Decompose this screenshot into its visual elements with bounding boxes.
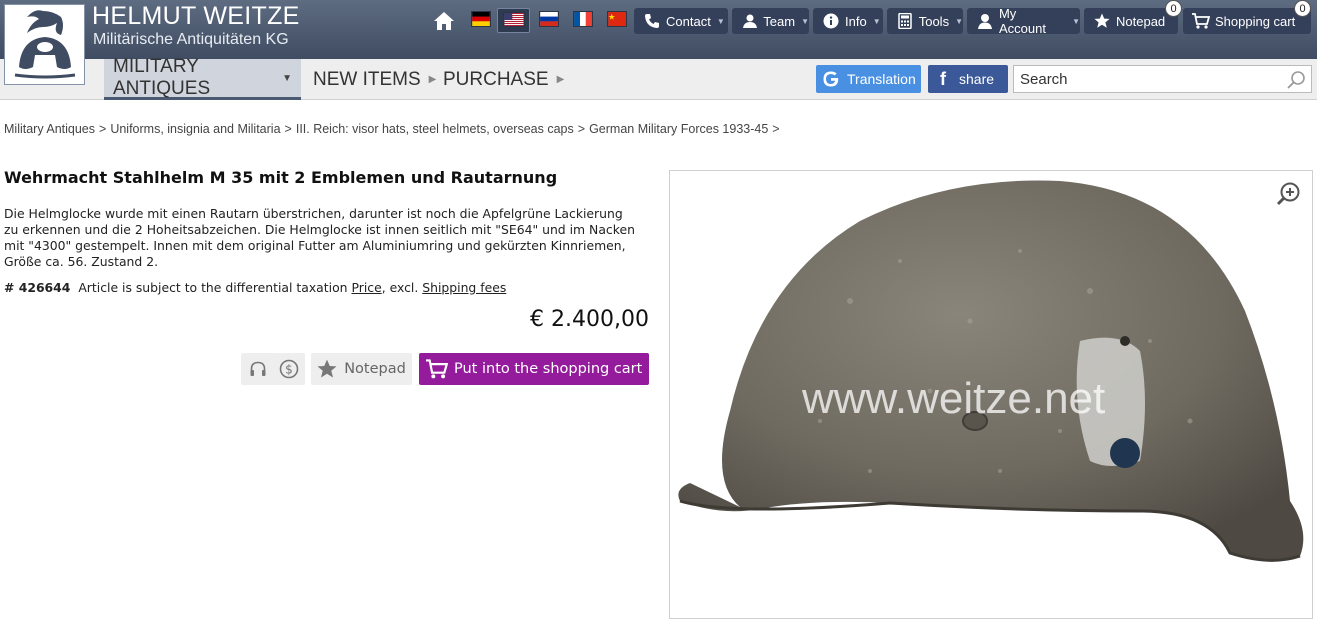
main-menu-bar: MILITARY ANTIQUES ▼ NEW ITEMS ▶ PURCHASE… xyxy=(0,56,1317,100)
google-g-icon xyxy=(823,71,839,87)
calculator-icon xyxy=(896,12,914,30)
menu-new-items[interactable]: NEW ITEMS ▶ xyxy=(313,59,436,100)
chevron-down-icon: ▼ xyxy=(282,72,292,84)
notepad-button[interactable]: Notepad 0 xyxy=(1084,0,1182,34)
german-flag[interactable] xyxy=(471,11,491,27)
menu-new-items-label: NEW ITEMS xyxy=(313,68,421,90)
my-account-button[interactable]: My Account ▼ xyxy=(967,6,1080,36)
team-icon xyxy=(741,12,758,30)
translation-label: Translation xyxy=(847,71,916,87)
add-to-cart-button[interactable]: Put into the shopping cart xyxy=(419,353,649,385)
product-image-frame[interactable]: www.weitze.net xyxy=(669,170,1313,619)
team-label: Team xyxy=(763,13,796,29)
watermark: www.weitze.net xyxy=(801,374,1105,423)
tax-note: Article is subject to the differential t… xyxy=(78,280,348,295)
brand-subtitle: Militärische Antiquitäten KG xyxy=(93,31,289,48)
dollar-icon: $ xyxy=(279,359,299,379)
french-flag[interactable] xyxy=(573,11,593,27)
chevron-down-icon: ▼ xyxy=(872,16,881,26)
chevron-down-icon: ▼ xyxy=(716,16,725,26)
info-label: Info xyxy=(845,13,867,29)
team-button[interactable]: Team ▼ xyxy=(732,8,809,34)
product-price: € 2.400,00 xyxy=(530,307,649,332)
headphones-icon xyxy=(250,361,265,376)
chevron-down-icon: ▼ xyxy=(955,16,963,26)
shipping-fees-link[interactable]: Shipping fees xyxy=(422,280,506,295)
breadcrumb-item[interactable]: III. Reich: visor hats, steel helmets, o… xyxy=(296,122,574,136)
us-flag[interactable] xyxy=(503,12,525,27)
price-inquiry-button[interactable]: $ xyxy=(273,353,305,385)
phone-icon xyxy=(643,12,661,30)
search-box[interactable] xyxy=(1013,65,1312,93)
article-number: # 426644 xyxy=(4,280,71,295)
top-header: HELMUT WEITZE Militärische Antiquitäten … xyxy=(0,0,1317,59)
product-title: Wehrmacht Stahlhelm M 35 mit 2 Emblemen … xyxy=(4,168,558,187)
cart-count-badge: 0 xyxy=(1294,0,1311,17)
home-icon[interactable] xyxy=(432,10,456,32)
my-account-label: My Account xyxy=(998,6,1046,36)
menu-military-antiques-label: MILITARY ANTIQUES xyxy=(113,56,211,99)
audio-button[interactable] xyxy=(241,353,274,385)
contact-button[interactable]: Contact ▼ xyxy=(634,8,728,34)
helmet-image[interactable]: www.weitze.net xyxy=(670,171,1313,619)
svg-text:$: $ xyxy=(285,363,293,377)
notepad-label: Notepad xyxy=(1116,13,1166,29)
star-icon xyxy=(317,359,337,378)
notepad-count-badge: 0 xyxy=(1165,0,1182,17)
description-line: Die Helmglocke wurde mit einen Rautarn ü… xyxy=(4,206,623,221)
menu-military-antiques[interactable]: MILITARY ANTIQUES ▼ xyxy=(104,56,301,100)
chinese-flag[interactable] xyxy=(607,11,627,27)
menu-purchase[interactable]: PURCHASE ▶ xyxy=(443,59,564,100)
facebook-share-button[interactable]: f share xyxy=(928,65,1008,93)
breadcrumb-item[interactable]: Military Antiques xyxy=(4,122,95,136)
logo[interactable] xyxy=(4,4,85,85)
tools-label: Tools xyxy=(918,13,950,29)
chevron-right-icon: ▶ xyxy=(428,74,437,85)
breadcrumb-item[interactable]: Uniforms, insignia and Militaria xyxy=(110,122,280,136)
info-button[interactable]: Info ▼ xyxy=(813,8,883,34)
menu-purchase-label: PURCHASE xyxy=(443,68,549,90)
product-description: Die Helmglocke wurde mit einen Rautarn ü… xyxy=(4,206,649,270)
user-icon xyxy=(976,12,994,30)
product-notepad-button[interactable]: Notepad xyxy=(311,353,412,385)
chevron-down-icon: ▼ xyxy=(801,16,809,26)
shopping-cart-label: Shopping cart xyxy=(1215,13,1296,29)
russian-flag[interactable] xyxy=(539,11,559,27)
zoom-in-icon[interactable] xyxy=(1276,181,1302,207)
chevron-right-icon: ▶ xyxy=(556,74,565,85)
contact-label: Contact xyxy=(666,13,711,29)
price-link[interactable]: Price xyxy=(351,280,381,295)
cart-icon xyxy=(1192,12,1210,30)
info-icon xyxy=(822,12,840,30)
logo-icon xyxy=(5,5,84,84)
excl-text: , excl. xyxy=(381,280,419,295)
description-line: Größe ca. 56. Zustand 2. xyxy=(4,254,159,269)
brand-title[interactable]: HELMUT WEITZE xyxy=(92,2,300,31)
search-input[interactable] xyxy=(1020,69,1280,89)
product-meta: # 426644 Article is subject to the diffe… xyxy=(4,280,506,295)
share-label: share xyxy=(959,71,995,87)
description-line: zu erkennen und die 2 Hoheitsabzeichen. … xyxy=(4,222,635,237)
add-to-cart-label: Put into the shopping cart xyxy=(454,361,643,377)
chevron-down-icon: ▼ xyxy=(1072,16,1080,26)
description-line: mit "4300" gestempelt. Innen mit dem ori… xyxy=(4,238,626,253)
cart-icon xyxy=(426,359,448,379)
translation-button[interactable]: Translation xyxy=(816,65,921,93)
star-icon xyxy=(1093,12,1111,30)
tools-button[interactable]: Tools ▼ xyxy=(887,8,963,34)
product-notepad-label: Notepad xyxy=(344,361,406,377)
breadcrumb: Military Antiques > Uniforms, insignia and… xyxy=(4,122,780,136)
search-icon[interactable] xyxy=(1285,69,1307,91)
facebook-icon: f xyxy=(940,68,946,89)
shopping-cart-button[interactable]: Shopping cart 0 xyxy=(1183,0,1311,34)
breadcrumb-item[interactable]: German Military Forces 1933-45 xyxy=(589,122,768,136)
